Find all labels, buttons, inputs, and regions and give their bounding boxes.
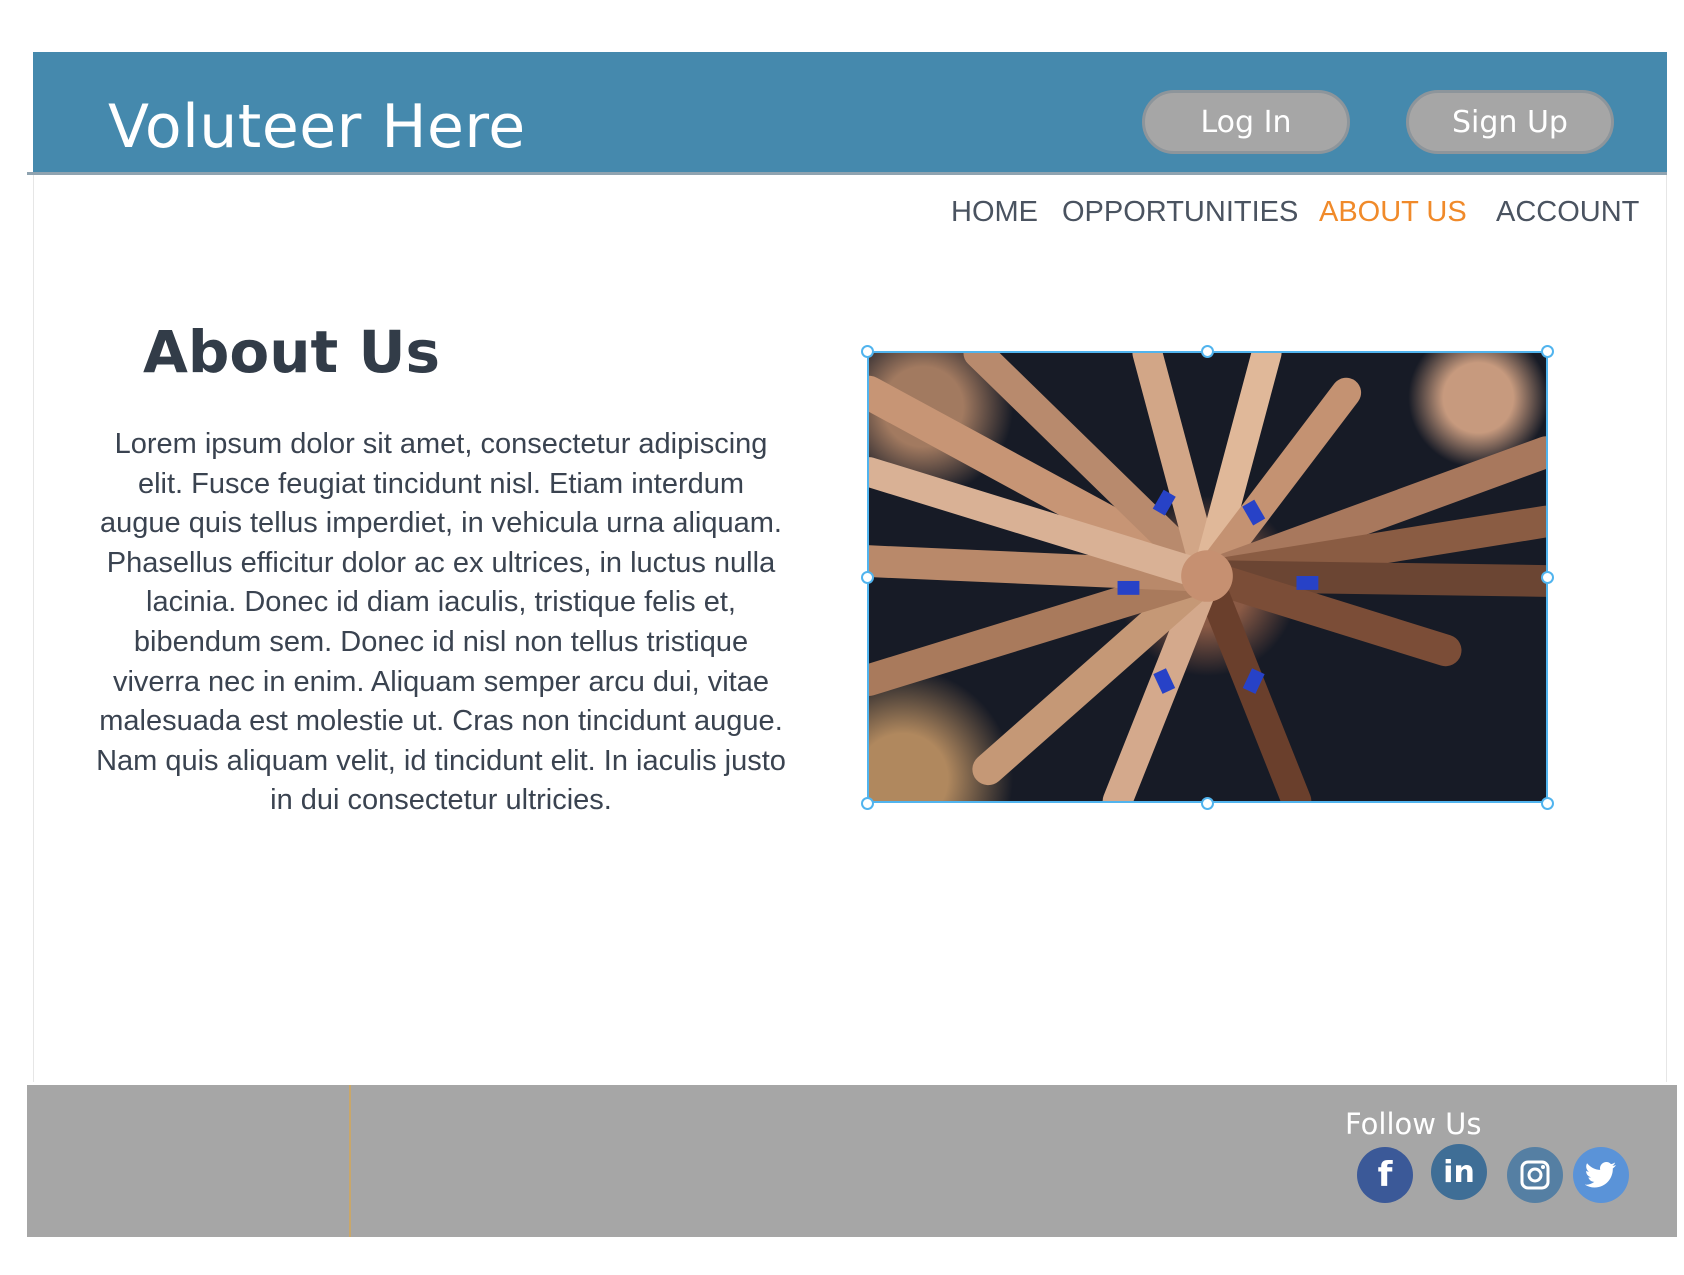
brand-title[interactable]: Voluteer Here — [108, 92, 526, 162]
instagram-icon[interactable] — [1507, 1147, 1563, 1203]
resize-handle-left[interactable] — [861, 571, 874, 584]
resize-handle-top-left[interactable] — [861, 345, 874, 358]
resize-handle-bottom-right[interactable] — [1541, 797, 1554, 810]
about-body-text: Lorem ipsum dolor sit amet, consectetur … — [96, 428, 786, 817]
login-button[interactable]: Log In — [1142, 90, 1350, 154]
linkedin-icon[interactable]: in — [1431, 1144, 1487, 1200]
header-divider — [27, 172, 1667, 175]
nav-account[interactable]: ACCOUNT — [1496, 196, 1639, 236]
resize-handle-bottom[interactable] — [1201, 797, 1214, 810]
follow-us-title: Follow Us — [1345, 1107, 1482, 1141]
signup-button[interactable]: Sign Up — [1406, 90, 1614, 154]
page-title: About Us — [143, 318, 441, 386]
linkedin-glyph: in — [1443, 1154, 1475, 1190]
footer-divider — [349, 1085, 351, 1237]
twitter-icon[interactable] — [1573, 1147, 1629, 1203]
nav-about-us[interactable]: ABOUT US — [1319, 196, 1467, 236]
resize-handle-right[interactable] — [1541, 571, 1554, 584]
twitter-glyph — [1585, 1162, 1616, 1188]
resize-handle-top-right[interactable] — [1541, 345, 1554, 358]
team-hands-photo — [869, 353, 1546, 801]
instagram-glyph — [1520, 1160, 1550, 1190]
facebook-icon[interactable]: f — [1357, 1147, 1413, 1203]
resize-handle-bottom-left[interactable] — [861, 797, 874, 810]
facebook-glyph: f — [1377, 1155, 1393, 1195]
nav-home[interactable]: HOME — [951, 196, 1038, 236]
team-hands-image[interactable] — [867, 351, 1548, 803]
nav-opportunities[interactable]: OPPORTUNITIES — [1062, 196, 1298, 236]
resize-handle-top[interactable] — [1201, 345, 1214, 358]
